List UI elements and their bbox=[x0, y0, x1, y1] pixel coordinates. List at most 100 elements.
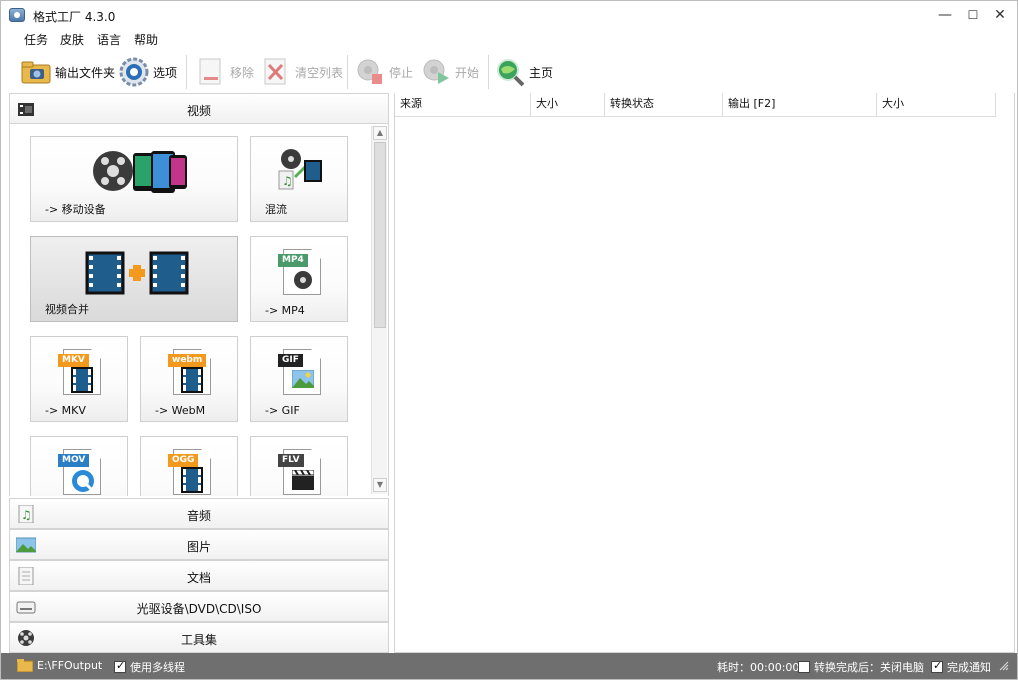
scroll-down-arrow[interactable]: ▼ bbox=[373, 478, 387, 492]
tile-to-webm[interactable]: webm -> WebM bbox=[140, 336, 238, 422]
resize-grip-icon[interactable] bbox=[999, 661, 1009, 671]
menu-help[interactable]: 帮助 bbox=[134, 31, 158, 48]
tile-to-ogg[interactable]: OGG bbox=[140, 436, 238, 496]
tile-to-webm-label: -> WebM bbox=[155, 404, 206, 417]
mp4-file-icon: MP4 bbox=[278, 249, 321, 295]
mov-tag: MOV bbox=[58, 454, 90, 467]
tile-to-gif-label: -> GIF bbox=[265, 404, 300, 417]
tile-mobile-device[interactable]: -> 移动设备 bbox=[30, 136, 238, 222]
folder-icon bbox=[17, 659, 33, 672]
tile-mix[interactable]: ♫ 混流 bbox=[250, 136, 348, 222]
category-document[interactable]: 文档 bbox=[9, 560, 389, 591]
video-grid-scrollbar[interactable]: ▲ ▼ bbox=[371, 126, 387, 494]
home-button[interactable]: 主页 bbox=[495, 55, 553, 89]
multithread-label: 使用多线程 bbox=[130, 661, 185, 674]
maximize-button[interactable]: ☐ bbox=[959, 5, 987, 25]
notify-checkbox[interactable] bbox=[931, 659, 943, 673]
app-window: 格式工厂 4.3.0 — ☐ ✕ 任务 皮肤 语言 帮助 输出文件夹 选项 移除… bbox=[0, 0, 1018, 680]
toolbar-separator bbox=[186, 55, 187, 89]
category-audio-label: 音频 bbox=[186, 509, 211, 523]
film-icon bbox=[71, 367, 93, 393]
menu-skin[interactable]: 皮肤 bbox=[60, 31, 84, 48]
webm-tag: webm bbox=[168, 354, 207, 367]
menu-task[interactable]: 任务 bbox=[24, 31, 48, 48]
notify-label: 完成通知 bbox=[947, 661, 991, 674]
category-tools[interactable]: 工具集 bbox=[9, 622, 389, 653]
remove-button[interactable]: 移除 bbox=[196, 55, 254, 89]
notify-option[interactable]: 完成通知 bbox=[931, 659, 991, 675]
tile-to-mp4[interactable]: MP4 -> MP4 bbox=[250, 236, 348, 322]
clear-list-label: 清空列表 bbox=[295, 65, 344, 80]
scroll-thumb[interactable] bbox=[374, 142, 386, 328]
flv-tag: FLV bbox=[278, 454, 304, 467]
output-path[interactable]: E:\FFOutput bbox=[17, 659, 102, 672]
mobile-device-icon bbox=[91, 147, 191, 202]
category-tools-label: 工具集 bbox=[180, 633, 217, 647]
start-icon bbox=[421, 57, 451, 87]
multithread-checkbox[interactable] bbox=[114, 659, 126, 673]
clear-list-button[interactable]: 清空列表 bbox=[261, 55, 343, 89]
close-button[interactable]: ✕ bbox=[986, 5, 1014, 25]
category-optical-drive-label: 光驱设备\DVD\CD\ISO bbox=[136, 602, 262, 616]
stop-button[interactable]: 停止 bbox=[355, 55, 413, 89]
category-video-label: 视频 bbox=[186, 104, 211, 118]
ogg-tag: OGG bbox=[168, 454, 199, 467]
column-output-size[interactable]: 大小 bbox=[877, 93, 996, 117]
stop-label: 停止 bbox=[389, 65, 414, 80]
app-icon bbox=[9, 8, 25, 22]
category-optical-drive[interactable]: 光驱设备\DVD\CD\ISO bbox=[9, 591, 389, 622]
ogg-file-icon: OGG bbox=[168, 449, 211, 495]
multithread-option[interactable]: 使用多线程 bbox=[114, 659, 185, 675]
status-bar: E:\FFOutput 使用多线程 耗时：00:00:00 转换完成后：关闭电脑… bbox=[1, 653, 1017, 679]
remove-label: 移除 bbox=[230, 65, 255, 80]
tile-to-mov[interactable]: MOV bbox=[30, 436, 128, 496]
scroll-up-arrow[interactable]: ▲ bbox=[373, 126, 387, 140]
film-icon bbox=[181, 367, 203, 393]
globe-search-icon bbox=[495, 57, 525, 87]
elapsed-time: 耗时：00:00:00 bbox=[717, 659, 799, 675]
options-button[interactable]: 选项 bbox=[119, 55, 177, 89]
document-remove-icon bbox=[196, 57, 226, 87]
tile-to-mkv[interactable]: MKV -> MKV bbox=[30, 336, 128, 422]
elapsed-time-text: 耗时：00:00:00 bbox=[717, 661, 800, 674]
column-size[interactable]: 大小 bbox=[531, 93, 605, 117]
menu-language[interactable]: 语言 bbox=[97, 31, 121, 48]
tile-mobile-device-label: -> 移动设备 bbox=[45, 203, 106, 216]
shutdown-option[interactable]: 转换完成后：关闭电脑 bbox=[798, 659, 924, 675]
minimize-button[interactable]: — bbox=[931, 5, 959, 25]
tile-video-merge[interactable]: 视频合并 bbox=[30, 236, 238, 322]
film-icon bbox=[181, 467, 203, 493]
output-path-text: E:\FFOutput bbox=[37, 659, 103, 672]
svg-text:♫: ♫ bbox=[282, 174, 293, 188]
category-image-label: 图片 bbox=[186, 540, 211, 554]
column-status[interactable]: 转换状态 bbox=[605, 93, 723, 117]
mkv-tag: MKV bbox=[58, 354, 89, 367]
tile-to-flv[interactable]: FLV bbox=[250, 436, 348, 496]
menu-bar: 任务 皮肤 语言 帮助 bbox=[1, 29, 1017, 49]
shutdown-label: 转换完成后：关闭电脑 bbox=[814, 661, 924, 674]
tile-to-gif[interactable]: GIF -> GIF bbox=[250, 336, 348, 422]
category-video[interactable]: 视频 bbox=[9, 93, 389, 124]
gif-tag: GIF bbox=[278, 354, 303, 367]
output-folder-label: 输出文件夹 bbox=[55, 65, 116, 80]
column-output[interactable]: 输出 [F2] bbox=[723, 93, 877, 117]
task-list[interactable]: 来源 大小 转换状态 输出 [F2] 大小 bbox=[394, 93, 1015, 653]
start-button[interactable]: 开始 bbox=[421, 55, 479, 89]
title-bar: 格式工厂 4.3.0 — ☐ ✕ bbox=[1, 1, 1017, 29]
tile-video-merge-label: 视频合并 bbox=[45, 303, 89, 316]
category-document-label: 文档 bbox=[186, 571, 211, 585]
column-source[interactable]: 来源 bbox=[395, 93, 531, 117]
tile-to-mp4-label: -> MP4 bbox=[265, 304, 305, 317]
category-image[interactable]: 图片 bbox=[9, 529, 389, 560]
video-tools-grid: -> 移动设备 ♫ 混流 视频合并 MP4 -> MP4 MKV -> MKV … bbox=[9, 124, 389, 496]
shutdown-checkbox[interactable] bbox=[798, 661, 810, 673]
tile-mix-label: 混流 bbox=[265, 203, 287, 216]
category-audio[interactable]: ♫ 音频 bbox=[9, 498, 389, 529]
flv-file-icon: FLV bbox=[278, 449, 321, 495]
gear-icon bbox=[119, 57, 149, 87]
category-panel: 视频 -> 移动设备 ♫ 混流 视频合并 MP4 -> MP4 MKV -> M… bbox=[9, 93, 389, 653]
toolbar-separator bbox=[347, 55, 348, 89]
output-folder-button[interactable]: 输出文件夹 bbox=[21, 55, 115, 89]
mkv-file-icon: MKV bbox=[58, 349, 101, 395]
mov-file-icon: MOV bbox=[58, 449, 101, 495]
